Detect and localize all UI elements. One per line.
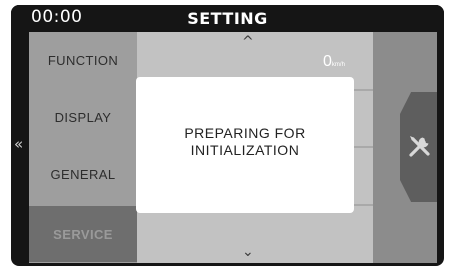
scroll-down-icon[interactable]: ⌄: [242, 244, 254, 260]
speed-readout: 0km/h: [323, 53, 345, 71]
menu-item-function[interactable]: FUNCTION: [29, 32, 137, 88]
page-title: SETTING: [187, 9, 268, 28]
dialog-line-2: INITIALIZATION: [190, 142, 300, 158]
settings-menu: FUNCTION DISPLAY GENERAL SERVICE: [29, 32, 137, 263]
menu-item-service[interactable]: SERVICE: [29, 206, 137, 262]
dialog-message: PREPARING FOR INITIALIZATION: [136, 125, 354, 159]
speed-unit: km/h: [331, 62, 345, 68]
status-bar: 00:00 SETTING: [11, 5, 444, 31]
menu-item-general[interactable]: GENERAL: [29, 146, 137, 202]
device-frame: 00:00 SETTING « FUNCTION DISPLAY GENERAL…: [11, 5, 444, 266]
menu-item-display[interactable]: DISPLAY: [29, 89, 137, 145]
speed-value: 0: [323, 53, 332, 70]
dialog-line-1: PREPARING FOR: [184, 125, 306, 141]
back-arrow-icon[interactable]: «: [14, 137, 23, 152]
wrench-screwdriver-icon: [409, 136, 430, 157]
scroll-up-icon[interactable]: ^: [242, 34, 254, 50]
initialization-dialog: PREPARING FOR INITIALIZATION: [136, 77, 354, 213]
